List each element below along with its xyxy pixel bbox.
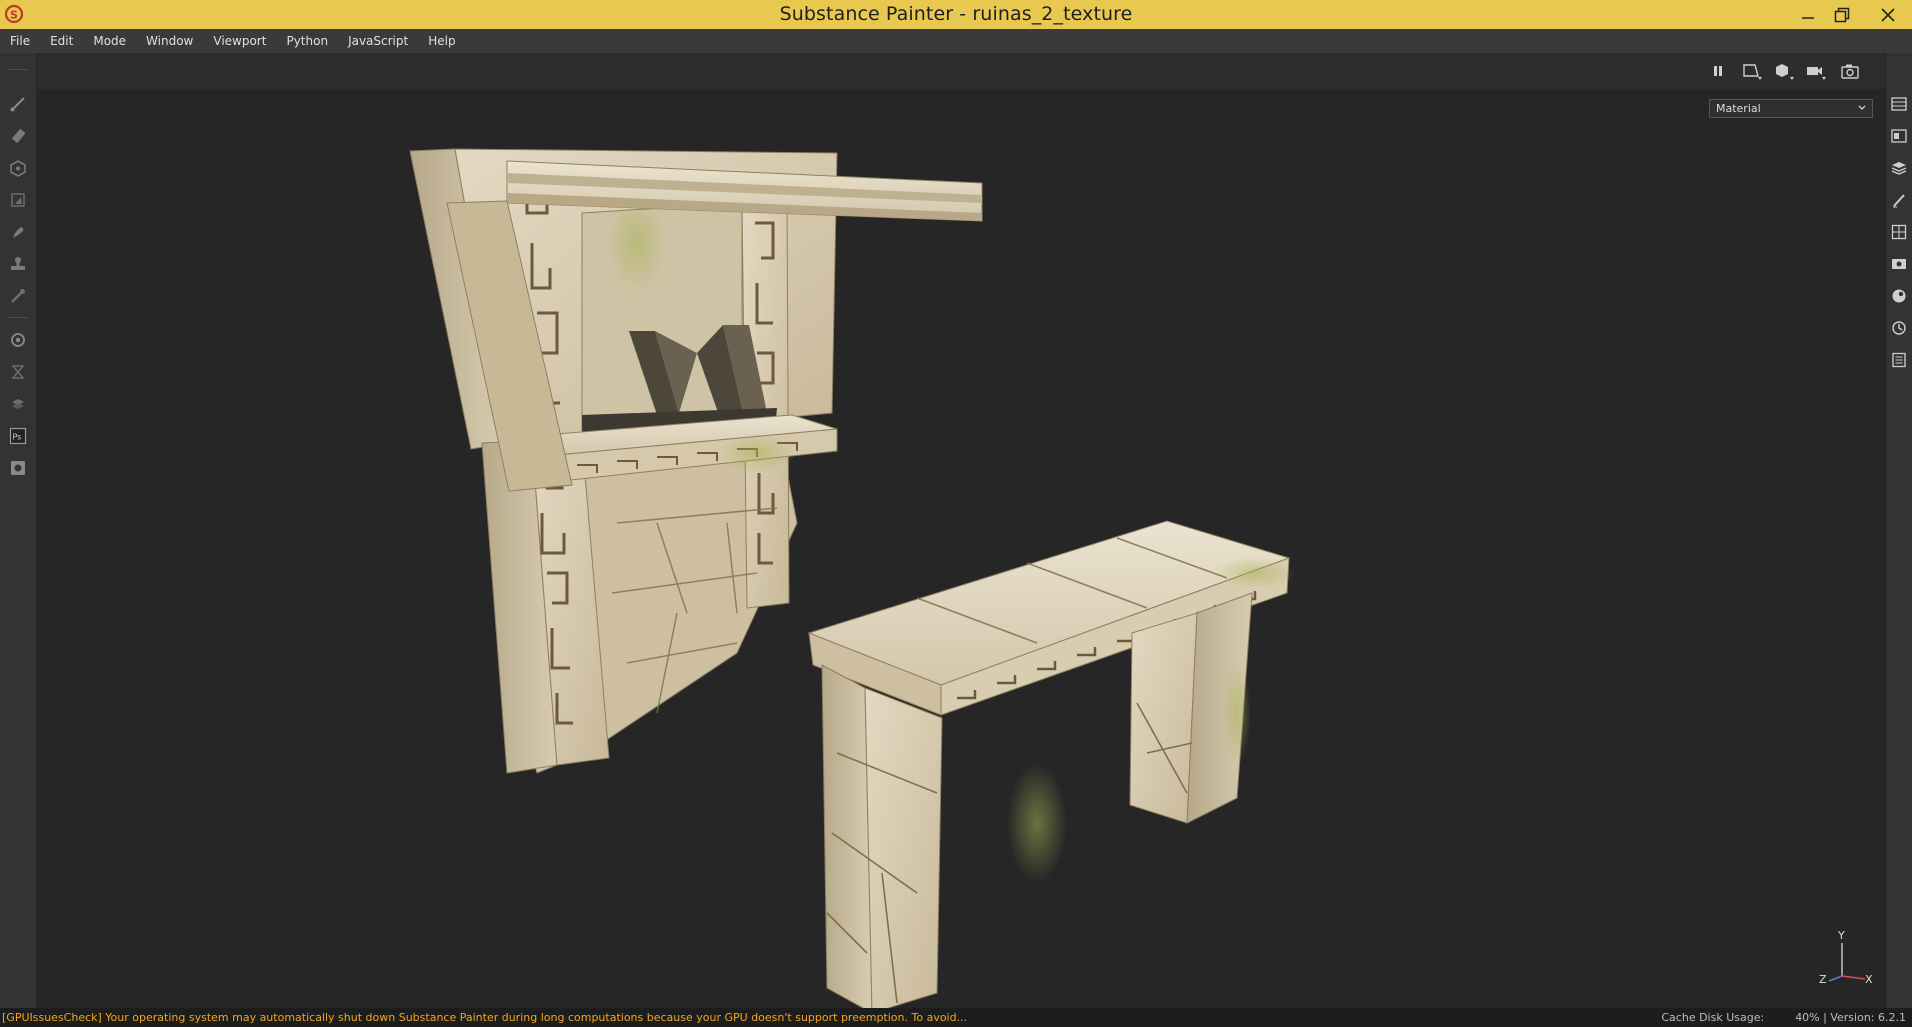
color-picker-icon[interactable] xyxy=(7,285,29,307)
toolbar-divider xyxy=(7,69,29,70)
3d-viewport[interactable]: Material Y X Z xyxy=(37,53,1885,1008)
axis-label-x: X xyxy=(1865,973,1873,986)
axis-gizmo: Y X Z xyxy=(1807,929,1877,991)
version-label: Version: 6.2.1 xyxy=(1830,1011,1906,1024)
shelf-icon[interactable] xyxy=(1890,223,1908,241)
status-bar: [GPUIssuesCheck] Your operating system m… xyxy=(0,1008,1912,1027)
smudge-icon[interactable] xyxy=(7,221,29,243)
axis-label-z: Z xyxy=(1819,973,1827,986)
ruins-3d-model[interactable] xyxy=(37,53,1885,1008)
menu-javascript[interactable]: JavaScript xyxy=(338,29,418,53)
hourglass-icon[interactable] xyxy=(7,361,29,383)
polygon-fill-icon[interactable] xyxy=(7,189,29,211)
export-icon[interactable] xyxy=(7,457,29,479)
layers-panel-icon[interactable] xyxy=(1890,95,1908,113)
history-icon[interactable] xyxy=(1890,319,1908,337)
menu-help[interactable]: Help xyxy=(418,29,465,53)
clone-stamp-icon[interactable] xyxy=(7,253,29,275)
layers-stack-icon[interactable] xyxy=(7,393,29,415)
cache-disk-usage-label: Cache Disk Usage: xyxy=(1661,1011,1765,1024)
photoshop-icon[interactable]: Ps xyxy=(7,425,29,447)
panel-strip xyxy=(1885,53,1912,1008)
status-info: Cache Disk Usage: 40% | Version: 6.2.1 xyxy=(1661,1008,1906,1027)
paint-brush-icon[interactable] xyxy=(7,93,29,115)
menu-edit[interactable]: Edit xyxy=(40,29,83,53)
menu-file[interactable]: File xyxy=(0,29,40,53)
menu-window[interactable]: Window xyxy=(136,29,203,53)
window-title: Substance Painter - ruinas_2_texture xyxy=(779,3,1133,25)
gpu-warning-message[interactable]: [GPUIssuesCheck] Your operating system m… xyxy=(2,1008,967,1027)
eraser-icon[interactable] xyxy=(7,125,29,147)
axis-label-y: Y xyxy=(1838,929,1845,942)
bake-icon[interactable] xyxy=(7,329,29,351)
cache-disk-usage-value: 40% xyxy=(1795,1011,1820,1024)
close-icon[interactable] xyxy=(1868,0,1908,29)
shader-settings-icon[interactable] xyxy=(1890,287,1908,305)
svg-text:Ps: Ps xyxy=(13,433,22,442)
title-bar: S Substance Painter - ruinas_2_texture xyxy=(0,0,1912,29)
tool-bar: Ps xyxy=(0,53,37,1008)
texture-set-list-icon[interactable] xyxy=(1890,127,1908,145)
toolbar-divider xyxy=(7,317,29,318)
log-icon[interactable] xyxy=(1890,351,1908,369)
menu-viewport[interactable]: Viewport xyxy=(203,29,276,53)
texture-set-settings-icon[interactable] xyxy=(1890,159,1908,177)
display-settings-icon[interactable] xyxy=(1890,255,1908,273)
menu-bar: File Edit Mode Window Viewport Python Ja… xyxy=(0,29,1912,53)
properties-icon[interactable] xyxy=(1890,191,1908,209)
menu-mode[interactable]: Mode xyxy=(83,29,136,53)
projection-icon[interactable] xyxy=(7,157,29,179)
restore-icon[interactable] xyxy=(1822,0,1862,29)
menu-python[interactable]: Python xyxy=(276,29,338,53)
